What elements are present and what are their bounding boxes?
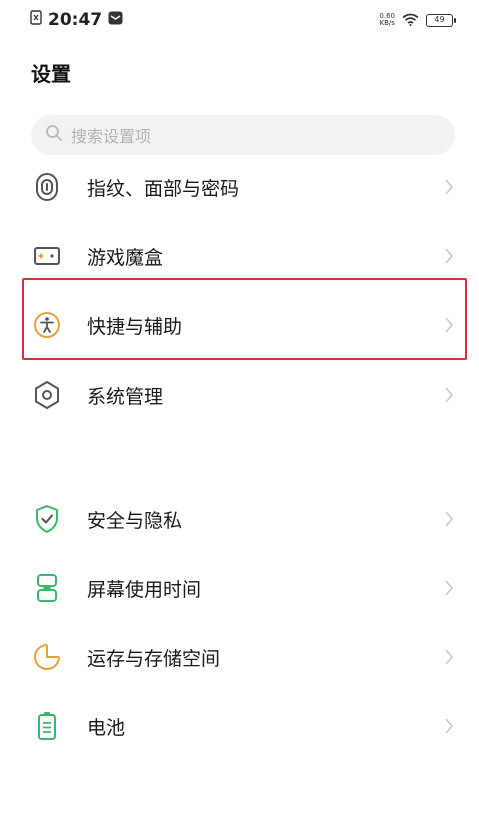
chevron-right-icon [441, 314, 457, 336]
message-icon [108, 10, 123, 30]
settings-item-security[interactable]: 安全与隐私 [0, 488, 479, 550]
settings-item-fingerprint[interactable]: 指纹、面部与密码 [0, 156, 479, 218]
shield-check-icon [30, 502, 64, 536]
settings-item-battery[interactable]: 电池 [0, 695, 479, 757]
settings-item-label: 电池 [87, 716, 126, 739]
settings-item-system[interactable]: 系统管理 [0, 364, 479, 426]
battery-icon [30, 709, 64, 743]
chevron-right-icon [441, 508, 457, 530]
settings-item-label: 快捷与辅助 [87, 315, 183, 338]
search-icon [45, 124, 63, 146]
network-speed: 0.60 KB/s [379, 13, 395, 27]
hourglass-icon [30, 571, 64, 605]
settings-item-label: 运存与存储空间 [87, 647, 221, 670]
status-time: 20:47 [48, 10, 103, 30]
sim-icon [30, 10, 42, 30]
chevron-right-icon [441, 715, 457, 737]
settings-item-label: 系统管理 [87, 385, 164, 408]
system-hexagon-icon [30, 378, 64, 412]
status-bar: 20:47 0.60 KB/s 49 [0, 0, 479, 40]
status-right: 0.60 KB/s 49 [379, 11, 456, 30]
wifi-icon [402, 11, 419, 30]
status-left: 20:47 [30, 10, 123, 30]
chevron-right-icon [441, 176, 457, 198]
page-title: 设置 [31, 62, 71, 86]
fingerprint-icon [30, 170, 64, 204]
chevron-right-icon [441, 646, 457, 668]
settings-item-label: 屏幕使用时间 [87, 578, 202, 601]
game-box-icon [30, 239, 64, 273]
search-placeholder: 搜索设置项 [71, 127, 152, 146]
settings-item-label: 安全与隐私 [87, 509, 183, 532]
accessibility-icon [30, 308, 64, 342]
chevron-right-icon [441, 577, 457, 599]
settings-item-screen-time[interactable]: 屏幕使用时间 [0, 557, 479, 619]
settings-item-accessibility[interactable]: 快捷与辅助 [0, 294, 479, 356]
search-bar[interactable]: 搜索设置项 [31, 115, 455, 155]
storage-pie-icon [30, 640, 64, 674]
chevron-right-icon [441, 245, 457, 267]
settings-item-label: 游戏魔盒 [87, 246, 164, 269]
network-speed-unit: KB/s [379, 19, 395, 27]
settings-screen: 20:47 0.60 KB/s 49 设置 搜索设置项 指纹、面部与密码 游戏魔… [0, 0, 479, 824]
battery-indicator: 49 [426, 13, 456, 27]
settings-item-label: 指纹、面部与密码 [87, 177, 240, 200]
settings-item-storage[interactable]: 运存与存储空间 [0, 626, 479, 688]
chevron-right-icon [441, 384, 457, 406]
